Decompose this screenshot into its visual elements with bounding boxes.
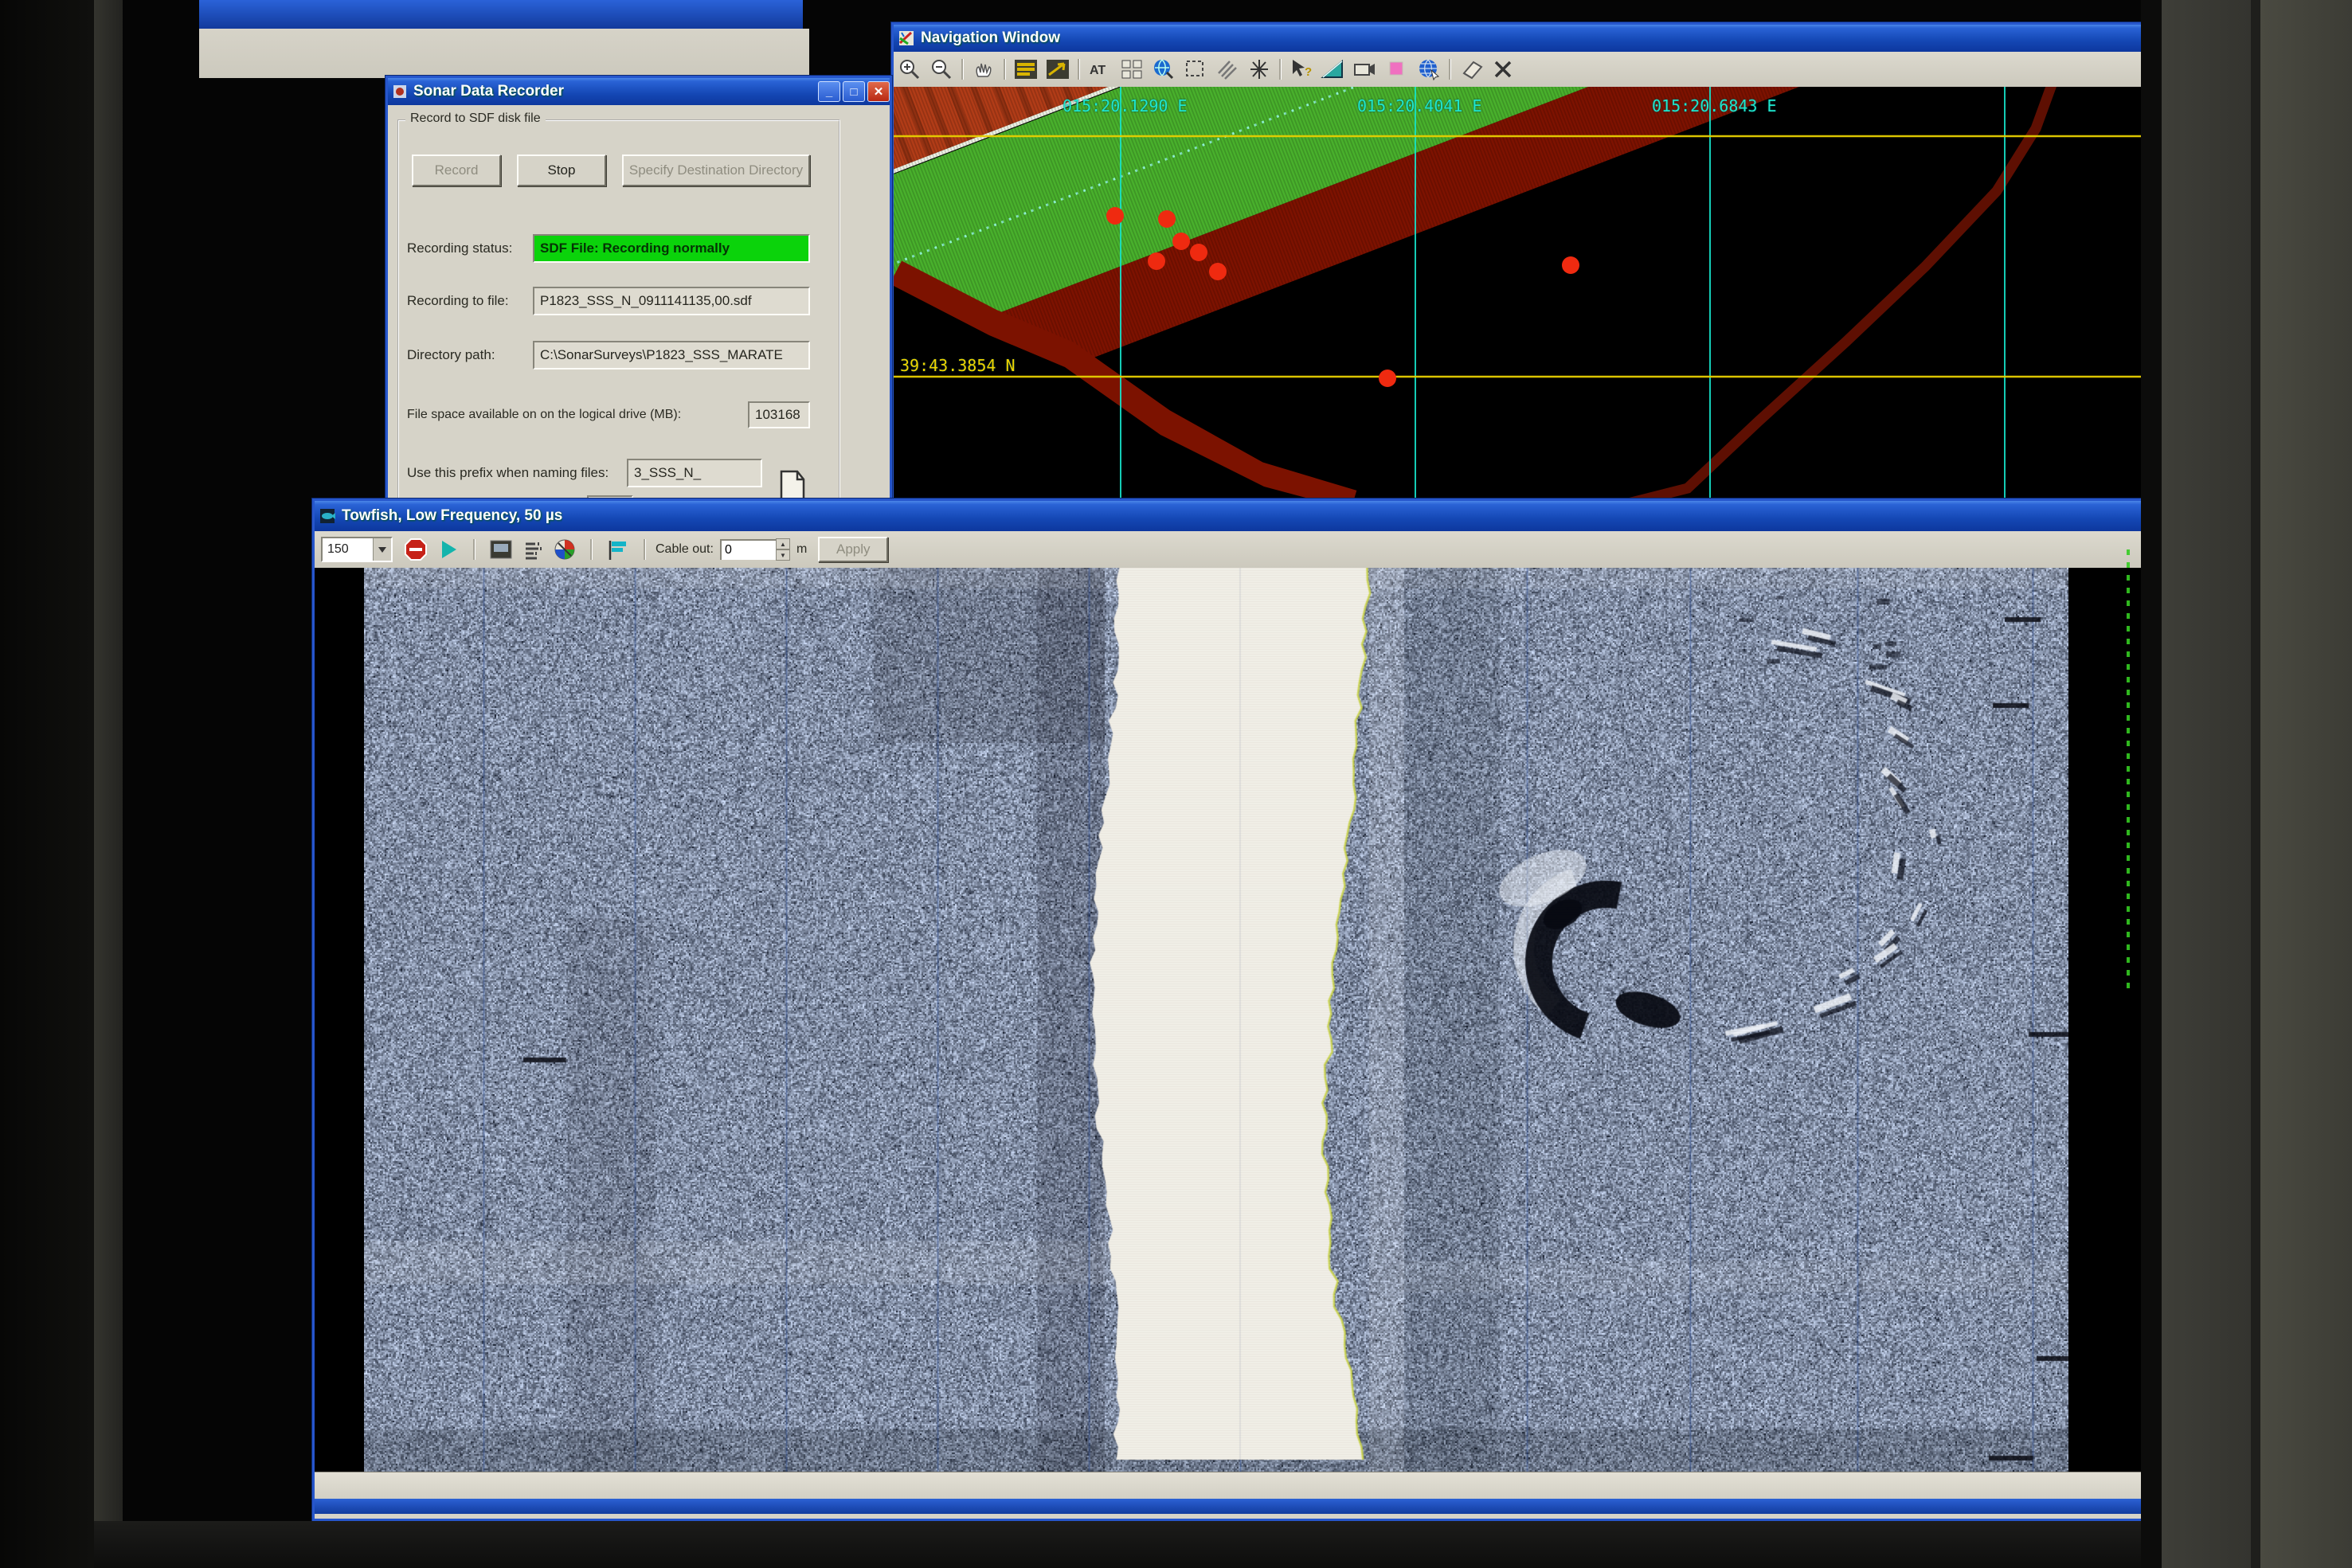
record-group-label: Record to SDF disk file: [405, 111, 546, 126]
desktop-telemetry-marks: [2127, 549, 2130, 995]
zoom-in-icon[interactable]: [894, 56, 925, 83]
navigation-window-icon: [898, 30, 914, 46]
monitor-bezel-right-gap: [2141, 0, 2162, 1568]
cable-out-label: Cable out:: [656, 542, 714, 557]
delete-target-icon[interactable]: [1488, 56, 1518, 83]
navigation-titlebar[interactable]: Navigation Window: [894, 25, 2141, 52]
play-icon[interactable]: [432, 536, 463, 563]
recording-file-label: Recording to file:: [407, 293, 509, 309]
lat-gridline-label: 39:43.3854 N: [900, 356, 1016, 375]
tile-view-icon[interactable]: [1117, 56, 1147, 83]
navigation-toolbar: AT ?: [894, 52, 2141, 88]
file-space-value: 103168: [748, 401, 810, 428]
monitor-bezel-right-line: [2251, 0, 2260, 1568]
towfish-statusbar: [315, 1472, 2141, 1500]
hatch-fill-icon[interactable]: [1212, 56, 1243, 83]
color-swatch-icon[interactable]: [1382, 56, 1412, 83]
prefix-label: Use this prefix when naming files:: [407, 465, 609, 481]
sdr-title: Sonar Data Recorder: [413, 83, 564, 100]
select-area-icon[interactable]: [1180, 56, 1211, 83]
towfish-titlebar[interactable]: Towfish, Low Frequency, 50 µs _ □ ✕: [315, 501, 2141, 531]
cable-out-stepper[interactable]: ▲▼: [776, 538, 790, 561]
sonar-data-recorder-window: Sonar Data Recorder _ □ ✕ Record to SDF …: [385, 76, 892, 508]
monitor-bezel-outer: [2260, 0, 2352, 1568]
stop-button[interactable]: Stop: [517, 154, 606, 186]
zoom-world-icon[interactable]: [1149, 56, 1179, 83]
svg-text:AT: AT: [1090, 64, 1106, 77]
navigation-map[interactable]: 015:20.1290 E 015:20.4041 E 015:20.6843 …: [894, 87, 2141, 512]
stop-sign-icon[interactable]: [401, 536, 431, 563]
background-window-titlebar: [199, 0, 803, 29]
monitor-bezel-right: [2162, 0, 2251, 1568]
monitor-screen: Navigation Window AT ?: [123, 0, 2141, 1521]
sonar-waterfall-area[interactable]: [315, 568, 2141, 1472]
sonar-waterfall-image[interactable]: [364, 568, 2068, 1472]
apply-button[interactable]: Apply: [818, 537, 888, 562]
range-value: 150: [323, 542, 373, 557]
directory-path-label: Directory path:: [407, 347, 495, 363]
maximize-button[interactable]: □: [843, 81, 865, 102]
camera-icon[interactable]: [1350, 56, 1380, 83]
lon-gridline-label: 015:20.1290 E: [1063, 96, 1188, 115]
record-button[interactable]: Record: [412, 154, 501, 186]
eraser-icon[interactable]: [1456, 56, 1486, 83]
directory-path-value[interactable]: C:\SonarSurveys\P1823_SSS_MARATE: [533, 341, 810, 370]
range-select[interactable]: 150: [321, 537, 393, 562]
minimize-button[interactable]: _: [818, 81, 840, 102]
route-list-icon[interactable]: [1011, 56, 1041, 83]
zoom-out-icon[interactable]: [926, 56, 957, 83]
lon-gridline-label: 015:20.6843 E: [1652, 96, 1777, 115]
close-button[interactable]: ✕: [867, 81, 890, 102]
cursor-help-icon[interactable]: ?: [1286, 56, 1317, 83]
navigation-window: Navigation Window AT ?: [891, 22, 2141, 514]
recording-status-label: Recording status:: [407, 240, 512, 256]
svg-text:?: ?: [1305, 65, 1312, 79]
monitor-bezel-left-edge: [94, 0, 123, 1568]
palette-icon[interactable]: [550, 536, 580, 563]
spin-up-icon: ▲: [776, 538, 790, 549]
angle-measure-icon[interactable]: [1318, 56, 1348, 83]
file-space-label: File space available on on the logical d…: [407, 408, 681, 422]
specify-destination-button[interactable]: Specify Destination Directory: [622, 154, 810, 186]
towfish-window: Towfish, Low Frequency, 50 µs _ □ ✕ 150 …: [312, 499, 2141, 1521]
recording-file-value[interactable]: P1823_SSS_N_0911141135,00.sdf: [533, 287, 810, 315]
route-edit-icon[interactable]: [1043, 56, 1073, 83]
chevron-down-icon[interactable]: [373, 538, 391, 561]
recording-status-value: SDF File: Recording normally: [533, 234, 810, 263]
cable-unit-label: m: [796, 542, 807, 557]
lon-gridline-label: 015:20.4041 E: [1357, 96, 1482, 115]
annotate-at-icon[interactable]: AT: [1085, 56, 1115, 83]
monitor-bezel-left: [0, 0, 94, 1568]
event-flag-icon[interactable]: [603, 536, 633, 563]
pan-hand-icon[interactable]: [969, 56, 999, 83]
cable-out-input[interactable]: [720, 539, 776, 560]
towfish-bottom-border: [315, 1499, 2141, 1514]
towfish-title: Towfish, Low Frequency, 50 µs: [342, 507, 562, 525]
gain-levels-icon[interactable]: [518, 536, 548, 563]
prefix-value[interactable]: 3_SSS_N_: [627, 459, 762, 487]
towfish-window-icon: [319, 508, 335, 524]
background-window-toolbar: [199, 29, 809, 78]
spin-down-icon: ▼: [776, 549, 790, 561]
globe-icon[interactable]: [1414, 56, 1444, 83]
towfish-toolbar: 150 Cable out: ▲▼ m Apply: [315, 531, 2141, 569]
sdr-titlebar[interactable]: Sonar Data Recorder _ □ ✕: [388, 78, 890, 105]
snapshot-icon[interactable]: [486, 536, 516, 563]
navigation-title: Navigation Window: [921, 29, 1060, 47]
monitor-bezel-bottom: [94, 1521, 2141, 1568]
star-target-icon[interactable]: [1244, 56, 1274, 83]
sdr-window-icon: [393, 84, 407, 99]
